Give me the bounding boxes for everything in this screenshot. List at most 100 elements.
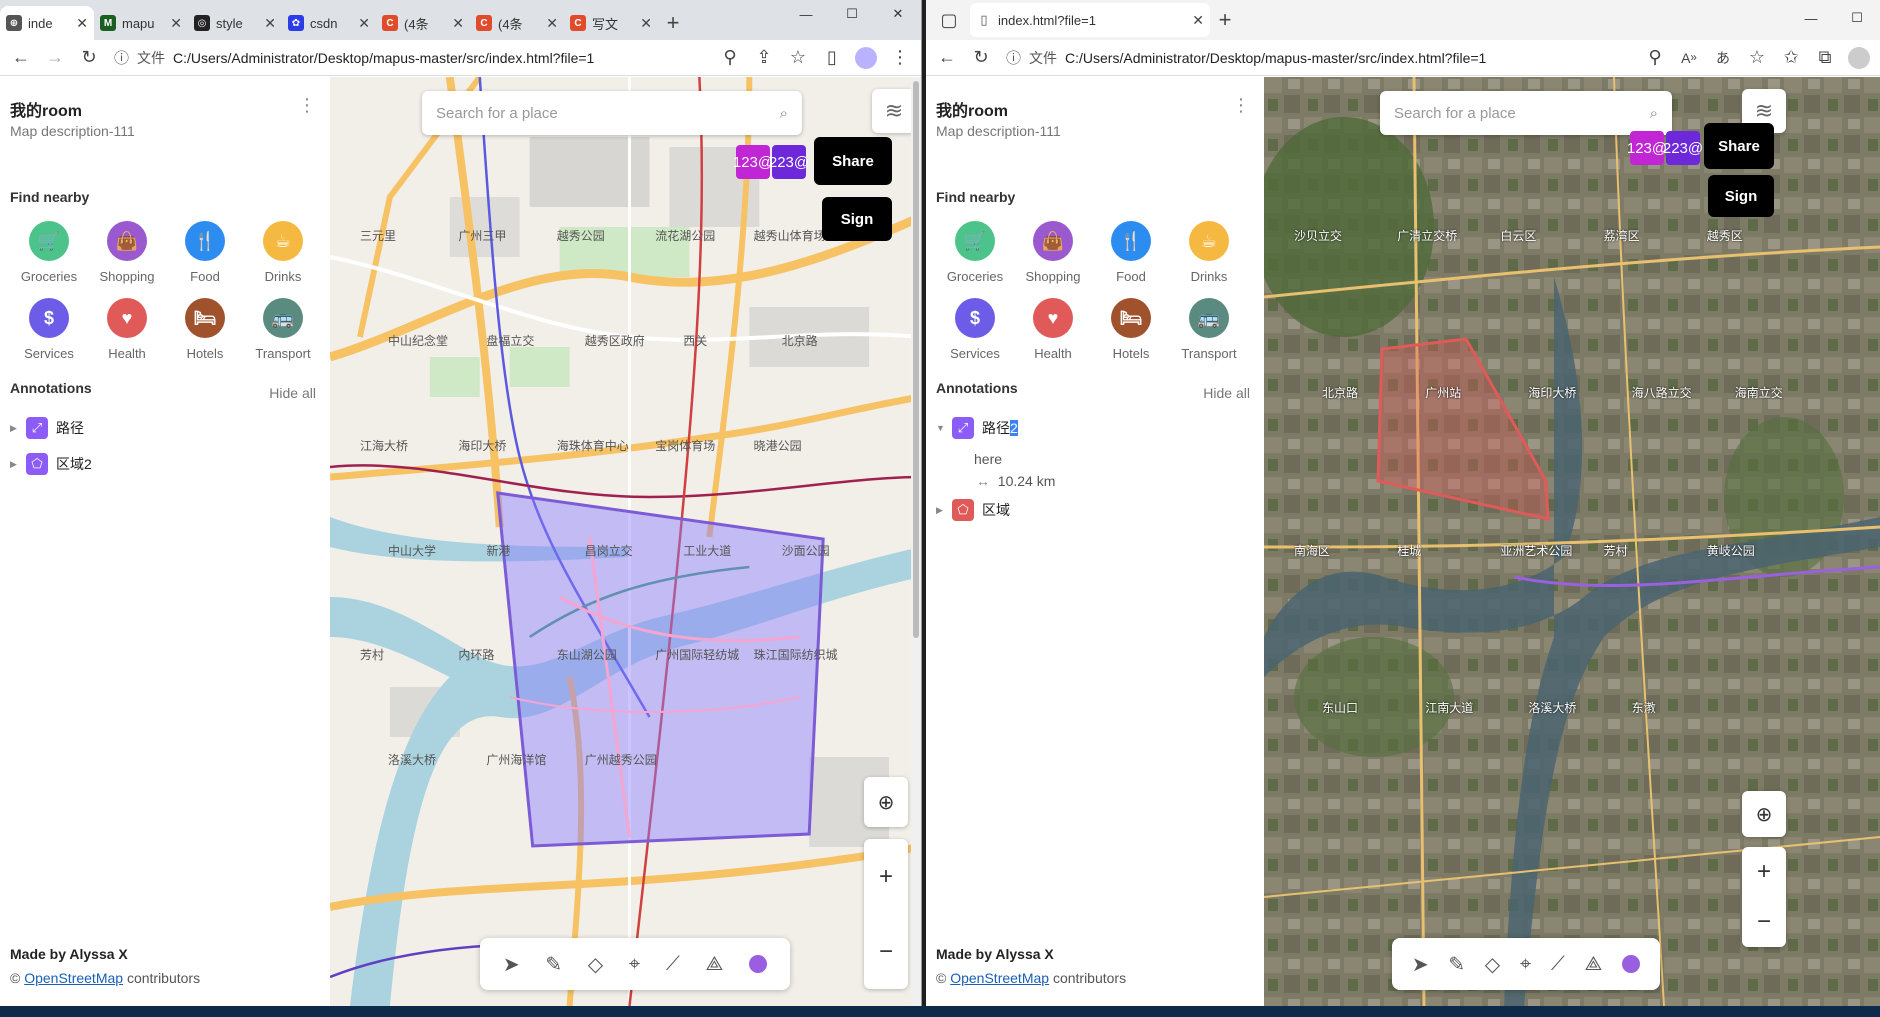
search-box[interactable]: Search for a place ⌕ — [422, 91, 802, 135]
pencil-tool-icon[interactable]: ✎ — [545, 952, 562, 977]
annotation-item-area[interactable]: ▶ ⬠ 区域 — [936, 499, 1010, 521]
collections-icon[interactable]: ⧉ — [1810, 43, 1840, 73]
close-tab-icon[interactable]: ✕ — [546, 15, 558, 32]
more-options-icon[interactable]: ⋮ — [1232, 95, 1250, 116]
nearby-hotels[interactable]: 🛏 Hotels — [166, 298, 244, 361]
close-tab-icon[interactable]: ✕ — [170, 15, 182, 32]
more-options-icon[interactable]: ⋮ — [298, 95, 316, 116]
marker-tool-icon[interactable]: ⌖ — [629, 953, 640, 976]
cursor-tool-icon[interactable]: ➤ — [503, 952, 520, 977]
new-tab-button[interactable]: + — [1210, 3, 1240, 37]
address-bar[interactable]: ⓘ 文件 C:/Users/Administrator/Desktop/mapu… — [108, 43, 711, 73]
eraser-tool-icon[interactable]: ◇ — [588, 952, 603, 977]
nearby-hotels[interactable]: 🛏 Hotels — [1092, 298, 1170, 361]
expand-caret-icon[interactable]: ▶ — [936, 505, 944, 516]
back-button[interactable]: ← — [6, 43, 36, 73]
expand-caret-icon[interactable]: ▶ — [10, 459, 18, 470]
line-tool-icon[interactable]: ⟋ — [666, 953, 680, 976]
profile-avatar[interactable] — [1844, 43, 1874, 73]
expand-caret-icon[interactable]: ▶ — [10, 423, 18, 434]
minimize-button[interactable]: — — [783, 2, 829, 26]
room-description[interactable]: Map description-111 — [10, 123, 135, 139]
nearby-food[interactable]: 🍴 Food — [166, 221, 244, 284]
room-description[interactable]: Map description-111 — [936, 123, 1061, 139]
layers-button[interactable]: ≋ — [872, 89, 916, 133]
annotation-label[interactable]: 路径2 — [982, 418, 1018, 438]
reload-button[interactable]: ↻ — [966, 43, 996, 73]
hide-all-button[interactable]: Hide all — [269, 385, 316, 401]
marker-tool-icon[interactable]: ⌖ — [1520, 953, 1531, 976]
eraser-tool-icon[interactable]: ◇ — [1485, 952, 1500, 977]
annotation-item-path[interactable]: ▼ ⤢ 路径2 — [936, 417, 1018, 439]
close-window-button[interactable]: ✕ — [875, 2, 921, 26]
reload-button[interactable]: ↻ — [74, 43, 104, 73]
color-picker[interactable] — [1622, 955, 1641, 973]
nearby-groceries[interactable]: 🛒 Groceries — [936, 221, 1014, 284]
info-icon[interactable]: ⓘ — [1006, 47, 1021, 68]
osm-link[interactable]: OpenStreetMap — [24, 970, 123, 986]
user-avatar-2[interactable]: 223@ — [1663, 131, 1703, 165]
zoom-out-button[interactable]: − — [879, 938, 893, 966]
search-input[interactable]: Search for a place — [1394, 105, 1516, 122]
nearby-services[interactable]: $ Services — [10, 298, 88, 361]
nearby-services[interactable]: $ Services — [936, 298, 1014, 361]
browser-tab[interactable]: C (4条 ✕ — [376, 6, 470, 40]
annotation-item-path[interactable]: ▶ ⤢ 路径 — [10, 417, 84, 439]
nearby-shopping[interactable]: 👜 Shopping — [88, 221, 166, 284]
room-title[interactable]: 我的room — [936, 97, 1008, 121]
pencil-tool-icon[interactable]: ✎ — [1448, 952, 1465, 977]
search-icon[interactable]: ⌕ — [780, 105, 788, 122]
user-avatar-1[interactable]: 123@ — [1627, 131, 1667, 165]
maximize-button[interactable]: ☐ — [1834, 6, 1880, 30]
collapse-caret-icon[interactable]: ▼ — [936, 423, 945, 433]
nearby-drinks[interactable]: ☕ Drinks — [244, 221, 322, 284]
user-avatar-2[interactable]: 223@ — [769, 145, 809, 179]
nearby-transport[interactable]: 🚌 Transport — [244, 298, 322, 361]
sidepanel-icon[interactable]: ▯ — [817, 43, 847, 73]
left-map[interactable]: 三元里 广州三甲 越秀公园 流花湖公园 越秀山体育场 中山纪念堂 盘福立交 越秀区政府 西关 北京… — [330, 77, 921, 1006]
nearby-drinks[interactable]: ☕ Drinks — [1170, 221, 1248, 284]
osm-link[interactable]: OpenStreetMap — [950, 970, 1049, 986]
zoom-in-button[interactable]: + — [1757, 858, 1771, 886]
line-tool-icon[interactable]: ⟋ — [1551, 953, 1565, 976]
nearby-shopping[interactable]: 👜 Shopping — [1014, 221, 1092, 284]
nearby-food[interactable]: 🍴 Food — [1092, 221, 1170, 284]
close-tab-icon[interactable]: ✕ — [358, 15, 370, 32]
zoom-out-button[interactable]: − — [1757, 908, 1771, 936]
location-icon[interactable]: ⚲ — [715, 43, 745, 73]
annotation-item-area[interactable]: ▶ ⬠ 区域2 — [10, 453, 92, 475]
search-input[interactable]: Search for a place — [436, 105, 558, 122]
browser-tab[interactable]: C (4条 ✕ — [470, 6, 564, 40]
room-title[interactable]: 我的room — [10, 97, 82, 121]
forward-button[interactable]: → — [40, 43, 70, 73]
cursor-tool-icon[interactable]: ➤ — [1412, 952, 1429, 977]
tab-index[interactable]: ▯ index.html?file=1 ✕ — [970, 3, 1210, 37]
crosshair-icon[interactable]: ⊕ — [878, 790, 895, 815]
locate-control[interactable]: ⊕ — [1742, 791, 1786, 837]
crosshair-icon[interactable]: ⊕ — [1756, 802, 1773, 827]
close-tab-icon[interactable]: ✕ — [452, 15, 464, 32]
search-box[interactable]: Search for a place ⌕ — [1380, 91, 1672, 135]
new-tab-button[interactable]: + — [658, 6, 688, 40]
area-polygon[interactable] — [496, 491, 825, 848]
translate-icon[interactable]: あ — [1708, 43, 1738, 73]
browser-tab[interactable]: C 写文 ✕ — [564, 6, 658, 40]
nearby-health[interactable]: ♥ Health — [88, 298, 166, 361]
browser-tab[interactable]: Mmapu ✕ — [94, 6, 188, 40]
back-button[interactable]: ← — [932, 43, 962, 73]
right-map[interactable]: 沙贝立交 广清立交桥 白云区 荔湾区 越秀区 北京路 广州站 海印大桥 海八路立交 海南立交 南海区… — [1264, 77, 1880, 1006]
tab-actions-icon[interactable]: ▢ — [934, 5, 964, 35]
address-bar[interactable]: ⓘ 文件 C:/Users/Administrator/Desktop/mapu… — [1000, 43, 1636, 73]
search-icon[interactable]: ⌕ — [1650, 105, 1658, 122]
user-avatar-1[interactable]: 123@ — [733, 145, 773, 179]
close-tab-icon[interactable]: ✕ — [1192, 12, 1204, 29]
left-scrollbar[interactable] — [911, 77, 921, 1006]
profile-avatar[interactable] — [851, 43, 881, 73]
info-icon[interactable]: ⓘ — [114, 47, 129, 68]
share-button[interactable]: Share — [814, 137, 892, 185]
menu-icon[interactable]: ⋮ — [885, 43, 915, 73]
browser-tab[interactable]: ✿ csdn ✕ — [282, 6, 376, 40]
hide-all-button[interactable]: Hide all — [1203, 385, 1250, 401]
locate-control[interactable]: ⊕ — [864, 777, 908, 827]
close-tab-icon[interactable]: ✕ — [76, 15, 88, 32]
